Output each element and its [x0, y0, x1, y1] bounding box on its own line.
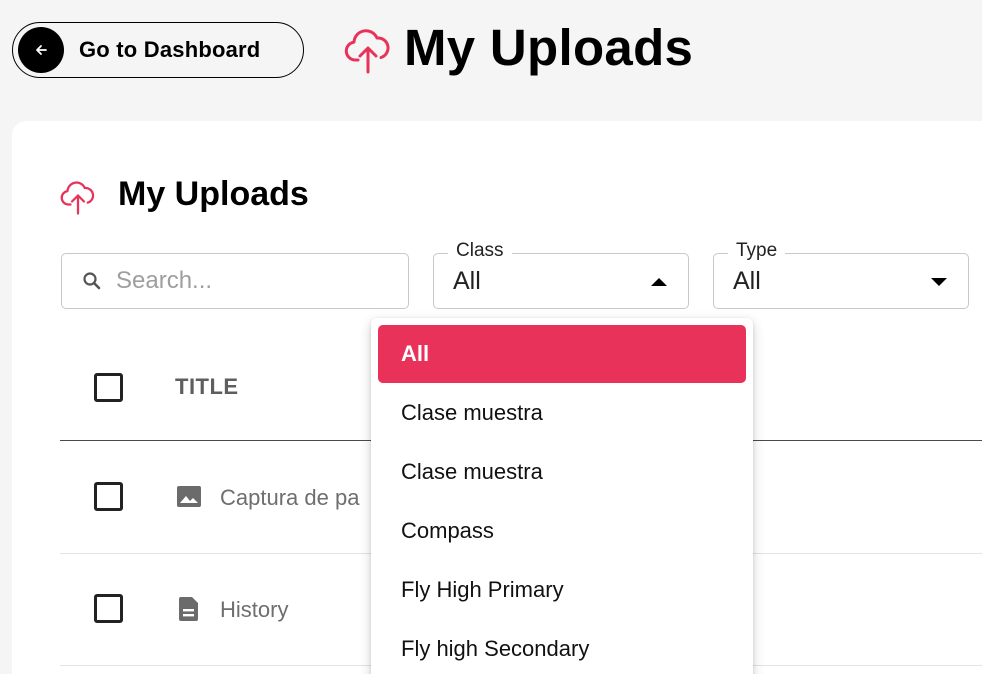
class-dropdown-menu: All Clase muestra Clase muestra Compass … [371, 318, 753, 674]
caret-down-icon [931, 278, 947, 286]
dropdown-option-all[interactable]: All [378, 325, 746, 383]
dropdown-option[interactable]: Clase muestra [378, 383, 746, 442]
document-icon [179, 597, 198, 621]
class-select-value: All [453, 266, 481, 295]
cloud-upload-icon [344, 29, 390, 74]
search-icon [83, 272, 101, 290]
select-all-checkbox[interactable] [94, 373, 123, 402]
arrow-left-icon [18, 27, 64, 73]
dropdown-option[interactable]: Clase muestra [378, 442, 746, 501]
type-select-value: All [733, 266, 761, 295]
image-icon [177, 486, 201, 507]
row-checkbox[interactable] [94, 594, 123, 623]
cloud-upload-icon [60, 181, 95, 215]
search-input[interactable] [116, 267, 376, 295]
go-to-dashboard-button[interactable]: Go to Dashboard [12, 22, 304, 78]
card-title: My Uploads [118, 175, 309, 213]
page-title: My Uploads [404, 19, 694, 76]
row-checkbox[interactable] [94, 482, 123, 511]
caret-up-icon [651, 278, 667, 286]
go-to-dashboard-label: Go to Dashboard [79, 37, 261, 62]
type-select[interactable]: Type All [713, 240, 969, 309]
dropdown-option[interactable]: Compass [378, 501, 746, 560]
dropdown-option[interactable]: Fly high Secondary [378, 619, 746, 674]
row-title[interactable]: History [220, 597, 288, 623]
class-select-label: Class [448, 240, 512, 262]
search-field[interactable] [61, 253, 409, 309]
row-title[interactable]: Captura de pa [220, 485, 359, 511]
dropdown-option[interactable]: Fly High Primary [378, 560, 746, 619]
type-select-label: Type [728, 240, 786, 262]
column-header-title[interactable]: TITLE [175, 374, 239, 400]
class-select[interactable]: Class All [433, 240, 689, 309]
